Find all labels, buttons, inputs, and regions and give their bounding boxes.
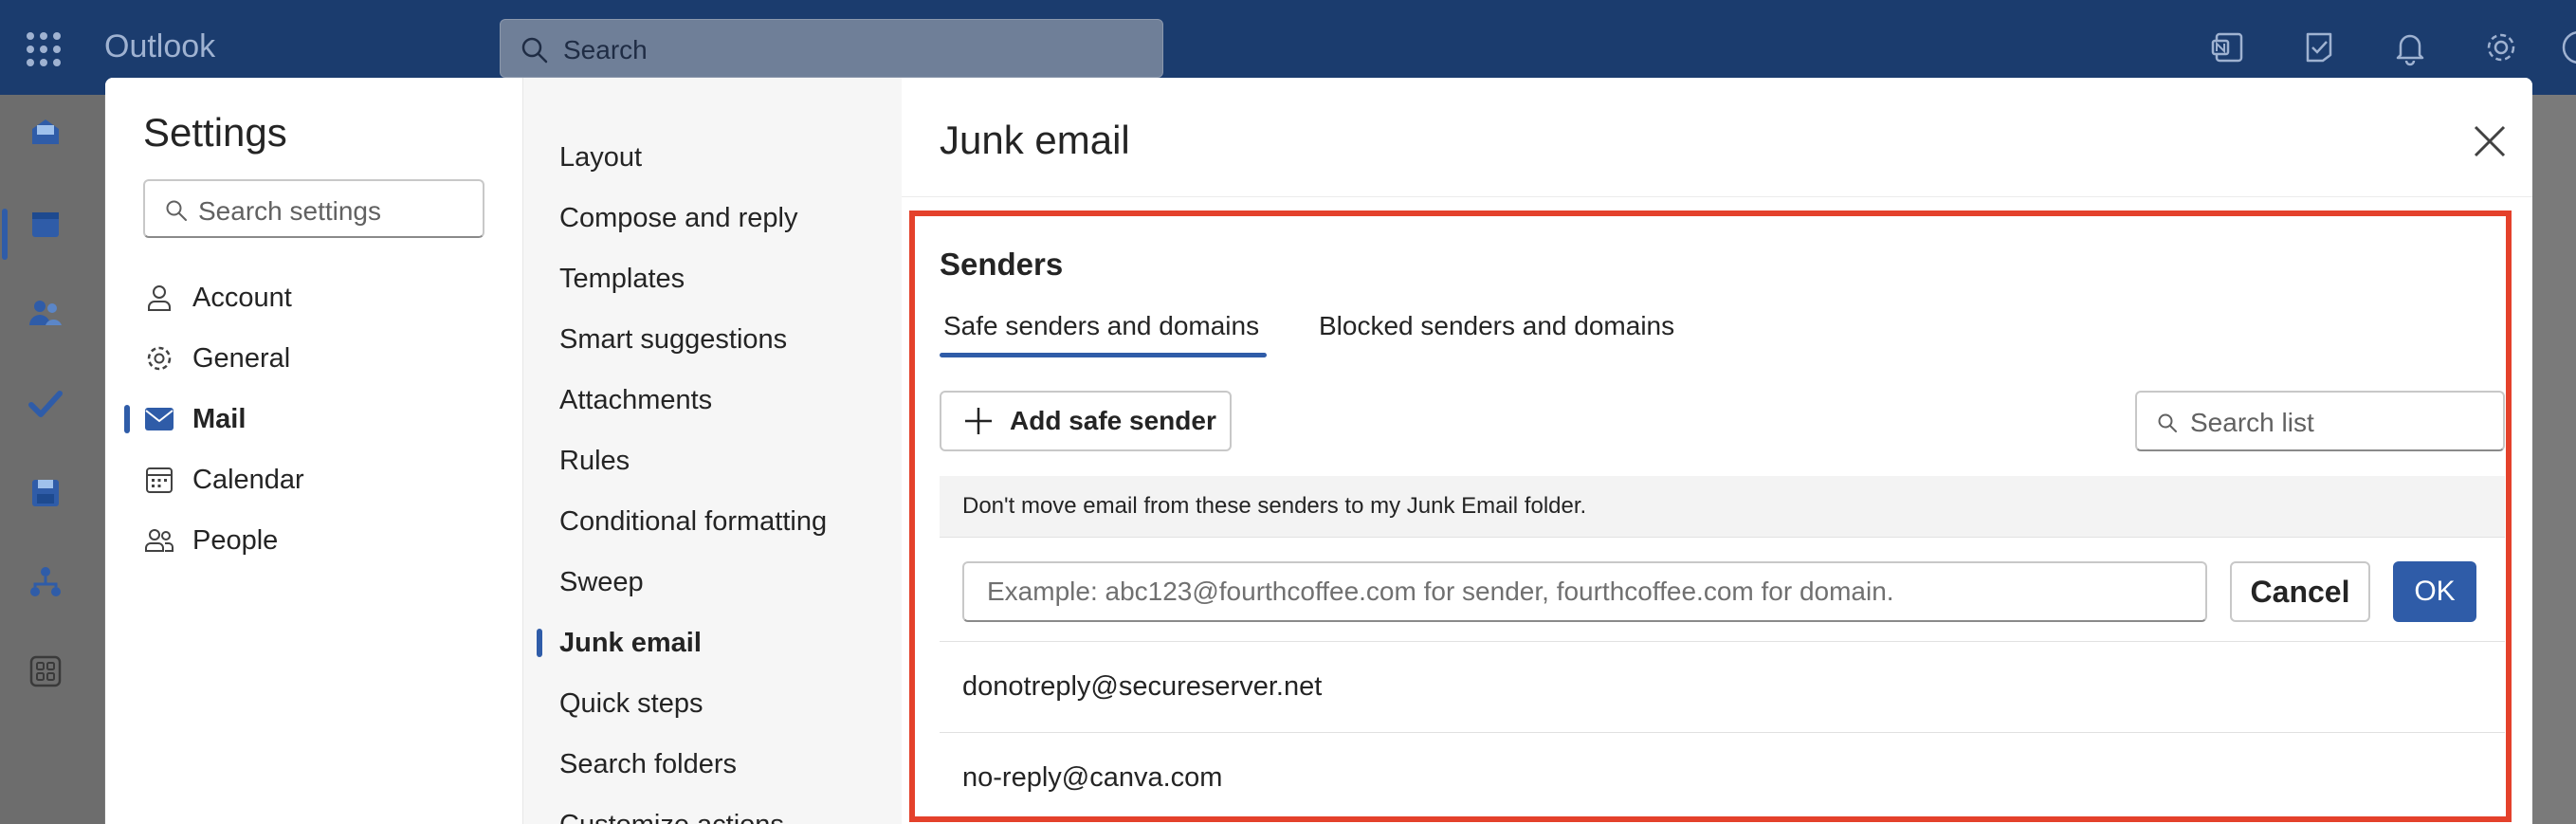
junk-email-pane: Junk email Senders Safe senders and doma…	[902, 78, 2532, 824]
app-title: Outlook	[104, 28, 216, 64]
search-icon	[521, 37, 548, 64]
section-layout[interactable]: Layout	[523, 127, 903, 188]
section-conditional-formatting[interactable]: Conditional formatting	[523, 491, 903, 552]
app-launcher-icon[interactable]	[27, 32, 61, 66]
mail-icon	[143, 403, 175, 435]
settings-search-input[interactable]: Search settings	[143, 179, 484, 238]
mail-icon[interactable]	[27, 114, 64, 152]
rail-active-indicator	[2, 209, 8, 260]
gear-icon[interactable]	[2482, 28, 2520, 66]
category-label: Mail	[192, 403, 247, 434]
people-icon[interactable]	[27, 294, 64, 332]
settings-search-placeholder: Search settings	[198, 196, 381, 226]
search-icon	[166, 200, 187, 221]
settings-title: Settings	[143, 110, 287, 155]
category-label: General	[192, 342, 291, 374]
category-calendar[interactable]: Calendar	[143, 449, 503, 510]
section-search-folders[interactable]: Search folders	[523, 734, 903, 795]
pane-title: Junk email	[940, 118, 1130, 162]
section-sweep[interactable]: Sweep	[523, 552, 903, 613]
todo-note-icon[interactable]	[2300, 28, 2338, 66]
bell-icon[interactable]	[2391, 28, 2429, 66]
global-search-placeholder: Search	[563, 35, 648, 64]
section-compose-and-reply[interactable]: Compose and reply	[523, 188, 903, 248]
category-label: Account	[192, 282, 292, 313]
section-junk-email[interactable]: Junk email	[523, 613, 903, 673]
category-mail[interactable]: Mail	[124, 389, 503, 449]
onenote-icon[interactable]	[2209, 28, 2247, 66]
person-icon	[143, 282, 175, 314]
app-rail	[0, 95, 104, 824]
section-smart-suggestions[interactable]: Smart suggestions	[523, 309, 903, 370]
highlight-frame	[909, 211, 2512, 822]
category-general[interactable]: General	[143, 328, 503, 389]
people-icon	[143, 524, 175, 557]
calendar-icon	[143, 464, 175, 496]
mail-section-list: Layout Compose and reply Templates Smart…	[523, 127, 903, 824]
settings-dialog: Settings Search settings Account General…	[105, 78, 2532, 824]
files-icon[interactable]	[27, 474, 64, 512]
section-rules[interactable]: Rules	[523, 430, 903, 491]
apps-icon[interactable]	[27, 652, 64, 690]
org-explorer-icon[interactable]	[27, 563, 64, 601]
gear-icon	[143, 342, 175, 375]
close-icon[interactable]	[2466, 118, 2513, 165]
settings-categories-pane: Settings Search settings Account General…	[105, 78, 522, 824]
section-templates[interactable]: Templates	[523, 248, 903, 309]
mail-sections-pane: Layout Compose and reply Templates Smart…	[522, 78, 902, 824]
avatar[interactable]	[2558, 28, 2576, 66]
settings-category-list: Account General Mail Calendar People	[124, 267, 503, 571]
category-label: Calendar	[192, 464, 304, 495]
global-search-box[interactable]: Search	[500, 19, 1163, 78]
todo-icon[interactable]	[27, 385, 64, 423]
pane-divider	[902, 196, 2532, 197]
section-quick-steps[interactable]: Quick steps	[523, 673, 903, 734]
section-customize-actions[interactable]: Customize actions	[523, 795, 903, 824]
category-people[interactable]: People	[143, 510, 503, 571]
category-account[interactable]: Account	[143, 267, 503, 328]
category-label: People	[192, 524, 279, 556]
section-attachments[interactable]: Attachments	[523, 370, 903, 430]
calendar-icon[interactable]	[27, 205, 64, 243]
